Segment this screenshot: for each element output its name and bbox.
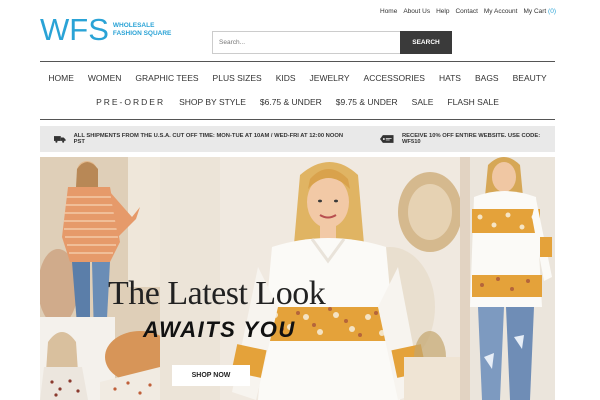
main-nav-row-1: HOME WOMEN GRAPHIC TEES PLUS SIZES KIDS … [40, 73, 555, 83]
shipping-banner: ALL SHIPMENTS FROM THE U.S.A. CUT OFF TI… [40, 126, 555, 152]
promo-notice: RECEIVE 10% OFF ENTIRE WEBSITE. USE CODE… [380, 133, 555, 145]
nav-jewelry[interactable]: JEWELRY [310, 73, 350, 83]
logo-text: WHOLESALE FASHION SQUARE [112, 22, 172, 37]
model-right-image [460, 157, 555, 400]
nav-flash-sale[interactable]: FLASH SALE [447, 97, 499, 107]
link-my-cart[interactable]: My Cart (0) [523, 8, 556, 15]
cart-label: My Cart [523, 8, 547, 15]
shipping-text: ALL SHIPMENTS FROM THE U.S.A. CUT OFF TI… [73, 133, 344, 145]
nav-accessories[interactable]: ACCESSORIES [364, 73, 425, 83]
shipping-notice: ALL SHIPMENTS FROM THE U.S.A. CUT OFF TI… [54, 133, 346, 145]
search-button[interactable]: SEARCH [400, 31, 452, 54]
site-logo[interactable]: WFS WHOLESALE FASHION SQUARE [40, 14, 173, 46]
nav-pre-order[interactable]: PRE-ORDER [96, 97, 165, 107]
nav-plus-sizes[interactable]: PLUS SIZES [213, 73, 262, 83]
link-contact[interactable]: Contact [455, 8, 477, 15]
nav-graphic-tees[interactable]: GRAPHIC TEES [135, 73, 198, 83]
search-bar: SEARCH [212, 31, 452, 54]
nav-home[interactable]: HOME [48, 73, 74, 83]
nav-under-6-75[interactable]: $6.75 & UNDER [260, 97, 322, 107]
hero-subheadline: AWAITS YOU [143, 317, 296, 342]
truck-icon [54, 136, 66, 143]
search-input[interactable] [212, 31, 400, 54]
nav-sale[interactable]: SALE [412, 97, 434, 107]
nav-under-9-75[interactable]: $9.75 & UNDER [336, 97, 398, 107]
nav-kids[interactable]: KIDS [276, 73, 296, 83]
cart-count: (0) [548, 8, 556, 15]
link-my-account[interactable]: My Account [484, 8, 518, 15]
promo-text: RECEIVE 10% OFF ENTIRE WEBSITE. USE CODE… [401, 133, 541, 145]
nav-hats[interactable]: HATS [439, 73, 461, 83]
hero-headline: The Latest Look [108, 275, 326, 312]
nav-beauty[interactable]: BEAUTY [513, 73, 547, 83]
logo-mark: WFS [40, 12, 109, 47]
link-help[interactable]: Help [436, 8, 449, 15]
tag-icon [380, 135, 394, 143]
header-divider [40, 61, 555, 62]
nav-bags[interactable]: BAGS [475, 73, 499, 83]
shop-now-button[interactable]: SHOP NOW [172, 365, 250, 386]
hero-banner[interactable]: The Latest Look AWAITS YOU SHOP NOW [40, 157, 555, 400]
link-home[interactable]: Home [380, 8, 397, 15]
link-about-us[interactable]: About Us [403, 8, 430, 15]
hero-photo-right [460, 157, 555, 400]
nav-women[interactable]: WOMEN [88, 73, 122, 83]
nav-divider [40, 119, 555, 120]
main-nav-row-2: PRE-ORDER SHOP BY STYLE $6.75 & UNDER $9… [40, 97, 555, 107]
top-links: Home About Us Help Contact My Account My… [380, 8, 556, 15]
nav-shop-by-style[interactable]: SHOP BY STYLE [179, 97, 246, 107]
